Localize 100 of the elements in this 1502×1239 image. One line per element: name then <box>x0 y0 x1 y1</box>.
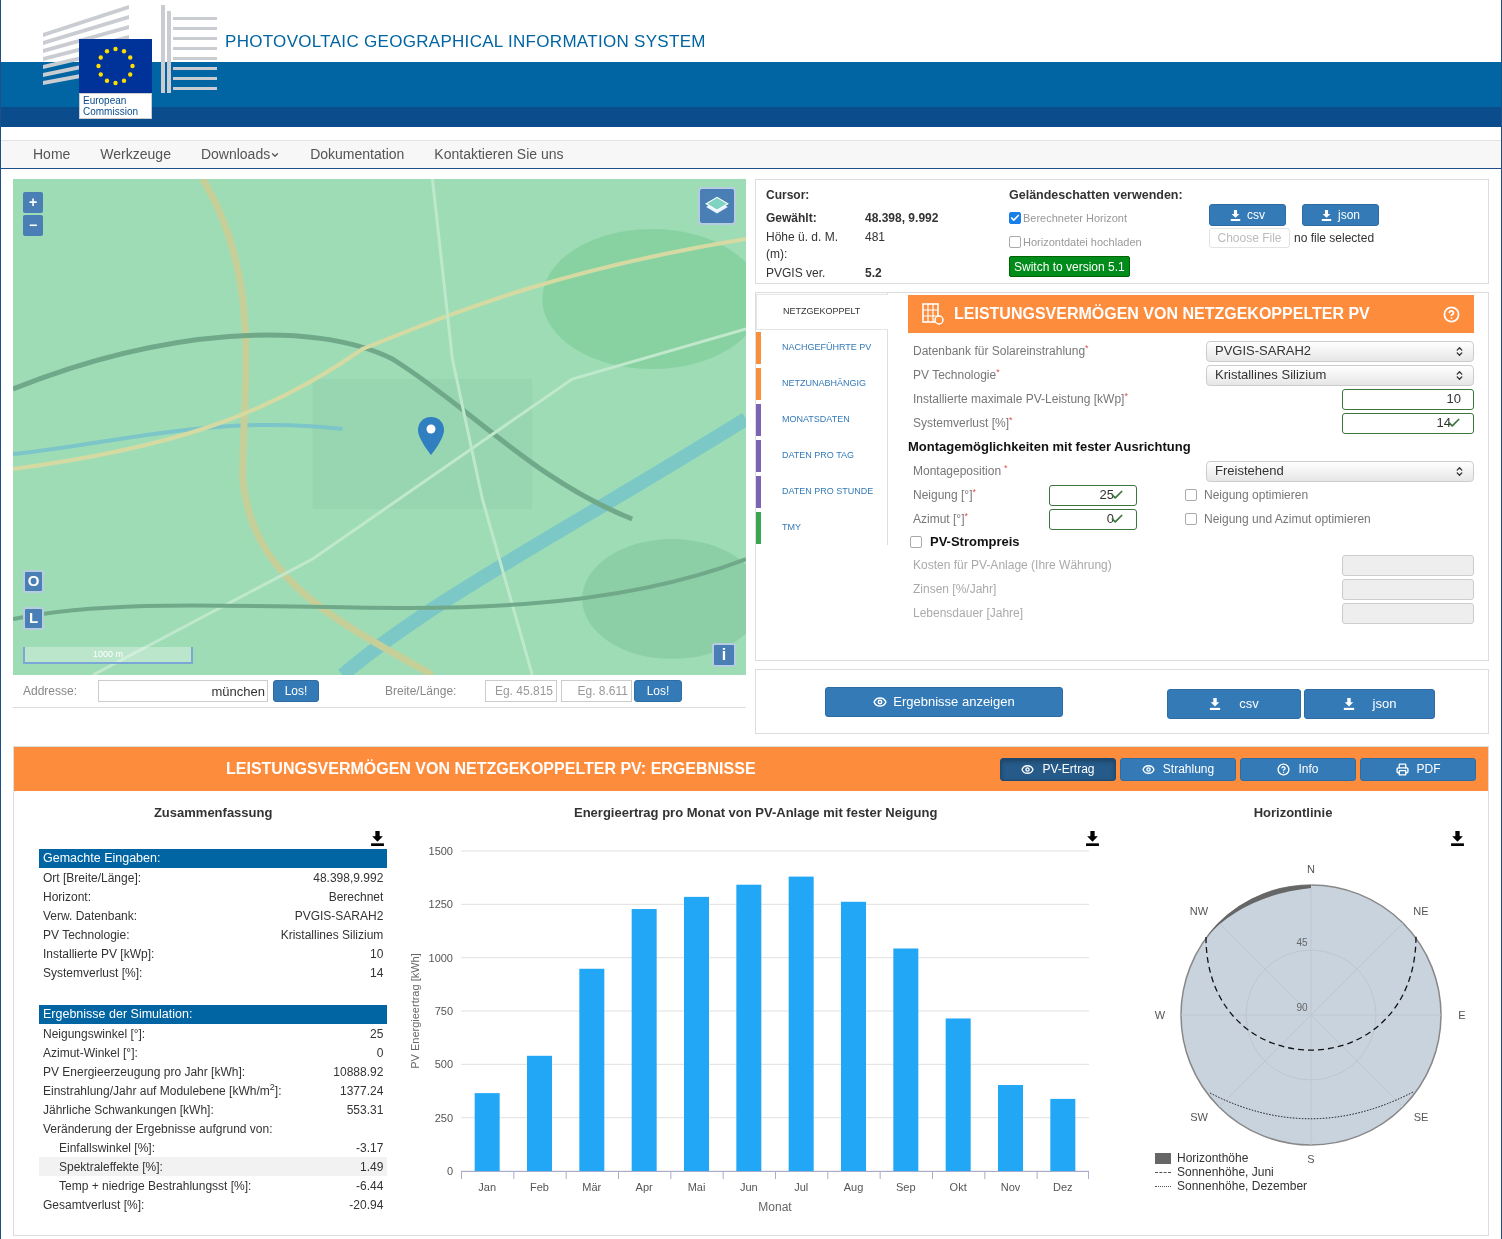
summary-label: Horizont: <box>43 888 92 906</box>
axis-tick-label: Nov <box>1001 1181 1021 1193</box>
tool-tab[interactable]: MONATSDATEN <box>756 402 887 438</box>
info-button[interactable]: i <box>712 643 736 667</box>
summary-value: Kristallines Silizium <box>280 926 384 944</box>
download-icon[interactable] <box>1450 831 1465 846</box>
results-tab[interactable]: PDF <box>1360 757 1476 781</box>
section-title: Geländeschatten verwenden: <box>1009 187 1184 204</box>
chart-title: Horizontlinie <box>1252 804 1334 822</box>
address-label: Addresse: <box>23 683 79 700</box>
checkbox-label: Neigung und Azimut optimieren <box>1204 511 1371 528</box>
section-heading: Ergebnisse der Simulation: <box>39 1005 388 1024</box>
help-icon[interactable] <box>1443 305 1460 323</box>
axis-tick-label: 0 <box>447 1165 454 1177</box>
coordinates-label: Breite/Länge: <box>385 683 458 700</box>
summary-label: Neigungswinkel [°]: <box>43 1025 146 1043</box>
download-button[interactable]: csv <box>1209 204 1286 226</box>
zoom-in-button[interactable]: + <box>23 192 43 213</box>
checkbox-label: Horizontdatei hochladen <box>1023 234 1142 250</box>
download-icon[interactable] <box>1085 831 1100 846</box>
check-icon <box>1010 213 1020 223</box>
tool-tab[interactable]: NACHGEFÜHRTE PV <box>756 330 887 366</box>
select-field[interactable]: Kristallines Silizium <box>1206 364 1474 386</box>
axis-tick-label: 250 <box>435 1111 454 1124</box>
tool-tab[interactable]: DATEN PRO TAG <box>756 438 887 474</box>
latitude-field[interactable]: Eg. 45.815 <box>485 680 557 702</box>
download-button[interactable]: json <box>1302 204 1379 226</box>
download-button[interactable]: json <box>1304 688 1435 719</box>
results-tab[interactable]: PV-Ertrag <box>1000 757 1116 781</box>
legend-label: Sonnenhöhe, Dezember <box>1177 1178 1308 1195</box>
summary-value: 10 <box>370 945 384 963</box>
download-icon[interactable] <box>370 831 386 846</box>
field-label: Neigung [°]$^{*}$ <box>913 486 978 504</box>
input-field[interactable]: 25 <box>1049 484 1137 506</box>
axis-tick-label: Mär <box>582 1181 602 1193</box>
tool-tab[interactable]: NETZUNABHÄNGIG <box>756 366 887 402</box>
checkbox[interactable] <box>1185 489 1197 501</box>
summary-value: 10888.92 <box>333 1063 384 1081</box>
input-field[interactable]: 0 <box>1049 508 1137 530</box>
results-tab[interactable]: Strahlung <box>1120 757 1236 781</box>
summary-label: PV Energieerzeugung pro Jahr [kWh]: <box>43 1063 246 1081</box>
axis-tick-label: 1500 <box>428 845 454 857</box>
help-icon <box>1277 762 1291 776</box>
switch-version-button[interactable]: Switch to version 5.1 <box>1009 256 1130 277</box>
section-title: Montagemöglichkeiten mit fester Ausrichtung <box>908 438 1192 457</box>
results-tab[interactable]: Info <box>1240 757 1356 781</box>
summary-value: Berechnet <box>328 888 384 906</box>
compass-label: SE <box>1413 1111 1429 1123</box>
go-button[interactable]: Los! <box>273 680 319 702</box>
tool-tab[interactable]: TMY <box>756 510 887 546</box>
nav-link[interactable]: Downloads <box>200 144 281 165</box>
summary-label: Azimut-Winkel [°]: <box>43 1044 138 1062</box>
input-field[interactable]: 14 <box>1342 412 1474 434</box>
summary-label: Ort [Breite/Länge]: <box>43 869 142 887</box>
checkbox[interactable] <box>1185 513 1197 525</box>
summary-label: Temp + niedrige Bestrahlungsst [%]: <box>59 1177 252 1195</box>
address-field[interactable]: münchen <box>98 680 268 702</box>
nav-link[interactable]: Dokumentation <box>310 144 405 165</box>
axis-tick-label: Aug <box>844 1181 864 1193</box>
axis-tick-label: 750 <box>435 1005 454 1017</box>
info-value: 5.2 <box>865 265 882 282</box>
nav-link[interactable]: Werkzeuge <box>100 144 171 165</box>
summary-value: 25 <box>370 1025 384 1043</box>
file-status: no file selected <box>1294 230 1375 247</box>
checkbox[interactable] <box>1009 212 1021 224</box>
summary-label: Verw. Datenbank: <box>43 907 138 925</box>
longitude-field[interactable]: Eg. 8.611 <box>561 680 632 702</box>
info-label: Höhe ü. d. M. (m): <box>766 229 840 263</box>
tool-tab[interactable]: DATEN PRO STUNDE <box>756 474 887 510</box>
select-field[interactable]: PVGIS-SARAH2 <box>1206 340 1474 362</box>
select-field[interactable]: Freistehend <box>1206 460 1474 482</box>
nav-link[interactable]: Kontaktieren Sie uns <box>434 144 564 165</box>
summary-value: 48.398,9.992 <box>313 869 384 887</box>
summary-value: 1377.24 <box>339 1082 384 1100</box>
axis-tick-label: Mai <box>688 1181 706 1193</box>
go-button[interactable]: Los! <box>634 680 682 702</box>
checkbox-label: Berechneter Horizont <box>1023 210 1127 226</box>
layer-toggle-button[interactable]: O <box>23 570 44 593</box>
zoom-out-button[interactable]: − <box>23 215 43 236</box>
checkbox-label: Neigung optimieren <box>1204 487 1309 504</box>
checkbox[interactable] <box>910 536 922 548</box>
eye-icon <box>873 694 888 709</box>
layer-toggle-button[interactable]: L <box>23 607 44 630</box>
field-label: Kosten für PV-Anlage (Ihre Währung) <box>913 557 1112 574</box>
layers-button[interactable] <box>698 187 736 225</box>
input-field[interactable]: 10 <box>1342 388 1474 410</box>
show-results-button[interactable]: Ergebnisse anzeigen <box>825 686 1063 717</box>
checkbox[interactable] <box>1009 236 1021 248</box>
axis-tick-label: Apr <box>635 1181 654 1193</box>
axis-tick-label: Jan <box>478 1181 497 1193</box>
download-button[interactable]: csv <box>1167 688 1301 719</box>
eye-icon <box>1021 762 1035 776</box>
download-icon <box>1321 209 1332 221</box>
summary-label: Jährliche Schwankungen [kWh]: <box>43 1101 214 1119</box>
field-label: PV Technologie$^{*}$ <box>913 366 1000 384</box>
summary-value: -3.17 <box>356 1139 384 1157</box>
summary-value: 14 <box>370 964 384 982</box>
field-label: Azimut [°]$^{*}$ <box>913 510 969 528</box>
tool-tab[interactable]: NETZGEKOPPELT <box>756 294 888 330</box>
nav-link[interactable]: Home <box>33 144 71 165</box>
